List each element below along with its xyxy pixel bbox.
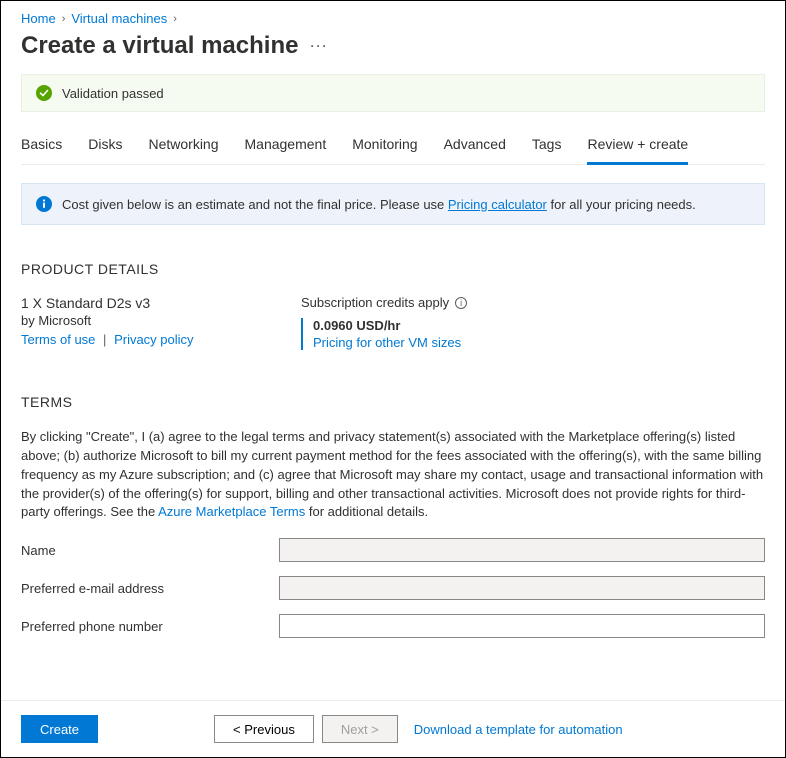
form-row-email: Preferred e-mail address [21,576,765,600]
name-label: Name [21,543,279,558]
product-left: 1 X Standard D2s v3 by Microsoft Terms o… [21,295,241,350]
terms-text: By clicking "Create", I (a) agree to the… [21,428,765,522]
download-template-link[interactable]: Download a template for automation [414,722,623,737]
next-button: Next > [322,715,398,743]
tab-disks[interactable]: Disks [88,128,122,164]
cost-info-suffix: for all your pricing needs. [551,197,696,212]
product-publisher: by Microsoft [21,313,241,328]
tab-management[interactable]: Management [245,128,327,164]
name-input[interactable] [279,538,765,562]
breadcrumb: Home › Virtual machines › [21,11,765,26]
info-icon[interactable]: i [455,297,467,309]
tab-tags[interactable]: Tags [532,128,562,164]
price-box: 0.0960 USD/hr Pricing for other VM sizes [301,318,765,350]
page-title-text: Create a virtual machine [21,32,298,60]
separator: | [103,332,106,347]
terms-text-after: for additional details. [309,504,428,519]
terms-of-use-link[interactable]: Terms of use [21,332,95,347]
tab-basics[interactable]: Basics [21,128,62,164]
product-right: Subscription credits apply i 0.0960 USD/… [301,295,765,350]
product-details-heading: PRODUCT DETAILS [21,261,765,277]
cost-info-prefix: Cost given below is an estimate and not … [62,197,448,212]
chevron-right-icon: › [62,13,66,25]
email-label: Preferred e-mail address [21,581,279,596]
create-button[interactable]: Create [21,715,98,743]
previous-button[interactable]: < Previous [214,715,314,743]
tab-networking[interactable]: Networking [148,128,218,164]
product-details-row: 1 X Standard D2s v3 by Microsoft Terms o… [21,295,765,350]
tab-monitoring[interactable]: Monitoring [352,128,417,164]
cost-info-banner: Cost given below is an estimate and not … [21,183,765,225]
form-row-name: Name [21,538,765,562]
breadcrumb-home[interactable]: Home [21,11,56,26]
pricing-other-sizes-link[interactable]: Pricing for other VM sizes [313,335,461,350]
breadcrumb-virtual-machines[interactable]: Virtual machines [71,11,167,26]
chevron-right-icon: › [173,13,177,25]
privacy-policy-link[interactable]: Privacy policy [114,332,193,347]
tab-advanced[interactable]: Advanced [444,128,506,164]
terms-heading: TERMS [21,394,765,410]
tabs: Basics Disks Networking Management Monit… [21,128,765,165]
tab-review-create[interactable]: Review + create [587,128,688,165]
page-title: Create a virtual machine ··· [21,32,765,60]
more-actions-icon[interactable]: ··· [310,39,328,53]
price-value: 0.0960 USD/hr [313,318,765,333]
azure-marketplace-terms-link[interactable]: Azure Marketplace Terms [158,504,305,519]
subscription-credits-row: Subscription credits apply i [301,295,765,310]
cost-info-text: Cost given below is an estimate and not … [62,197,696,212]
form-row-phone: Preferred phone number [21,614,765,638]
product-name: 1 X Standard D2s v3 [21,295,241,311]
validation-message: Validation passed [62,86,164,101]
footer: Create < Previous Next > Download a temp… [1,700,785,757]
phone-label: Preferred phone number [21,619,279,634]
phone-input[interactable] [279,614,765,638]
email-input[interactable] [279,576,765,600]
validation-banner: Validation passed [21,74,765,112]
pricing-calculator-link[interactable]: Pricing calculator [448,197,547,212]
success-check-icon [36,85,52,101]
subscription-credits-label: Subscription credits apply [301,295,449,310]
info-icon [36,196,52,212]
